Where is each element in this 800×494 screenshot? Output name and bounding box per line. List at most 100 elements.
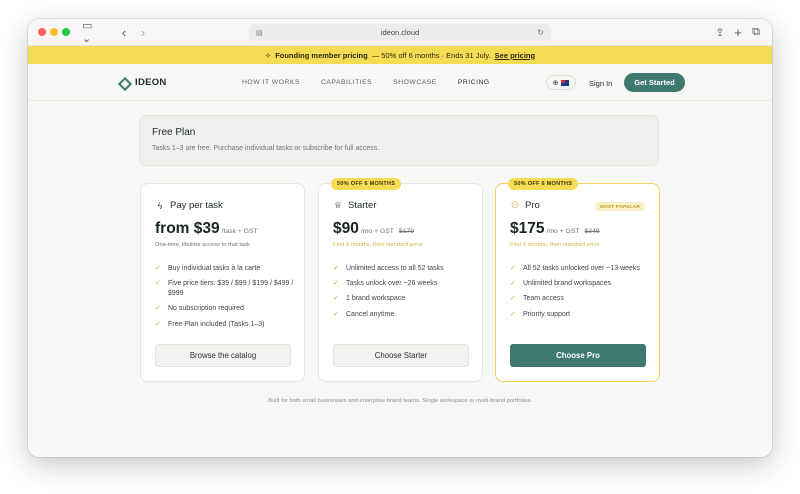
language-selector[interactable]: ⊕ bbox=[546, 75, 576, 90]
list-item: ✓ No subscription required bbox=[155, 304, 295, 314]
feature-text: Free Plan included (Tasks 1–3) bbox=[168, 320, 265, 328]
list-item: ✓ Unlimited access to all 52 tasks bbox=[333, 264, 473, 274]
banner-text: — 50% off 6 months · Ends 31 July. bbox=[371, 50, 491, 60]
plan-card-pay-per-task: ϟ Pay per task from $39 /task + GST One-… bbox=[140, 183, 305, 382]
list-item: ✓ Five price tiers: $39 / $99 / $199 / $4… bbox=[155, 279, 295, 299]
plan-name: Pro bbox=[525, 200, 540, 211]
discount-badge: 50% OFF 6 MONTHS bbox=[331, 178, 402, 190]
promo-banner: ✧ Founding member pricing — 50% off 6 mo… bbox=[28, 46, 772, 64]
brand-name: IDEON bbox=[135, 77, 167, 88]
get-started-button[interactable]: Get Started bbox=[624, 73, 685, 92]
old-price: $179 bbox=[398, 228, 415, 235]
nav-link-pricing[interactable]: PRICING bbox=[458, 79, 490, 86]
check-icon: ✓ bbox=[510, 265, 516, 272]
feature-list: ✓ All 52 tasks unlocked over ~13 weeks ✓ U… bbox=[510, 264, 650, 325]
list-item: ✓ Free Plan included (Tasks 1–3) bbox=[155, 320, 295, 330]
sign-in-link[interactable]: Sign In bbox=[589, 79, 612, 88]
brand-logo[interactable]: IDEON bbox=[119, 77, 167, 88]
free-plan-title: Free Plan bbox=[152, 127, 196, 138]
free-plan-text: Tasks 1–3 are free. Purchase individual … bbox=[152, 145, 380, 152]
users-icon: ⚇ bbox=[510, 200, 520, 210]
list-item: ✓ Buy individual tasks à la carte bbox=[155, 264, 295, 274]
plan-subtext: First 6 months, then standard price bbox=[510, 242, 600, 248]
list-item: ✓ Team access bbox=[510, 294, 650, 304]
feature-text: Cancel anytime bbox=[346, 310, 395, 318]
price-period: /task + GST bbox=[221, 228, 258, 235]
site-nav: IDEON HOW IT WORKS CAPABILITIES SHOWCASE… bbox=[28, 64, 772, 101]
page-settings-icon[interactable]: ▤ bbox=[256, 29, 263, 37]
check-icon: ✓ bbox=[155, 320, 161, 328]
see-pricing-link[interactable]: See pricing bbox=[495, 51, 535, 60]
new-tab-icon[interactable]: + bbox=[732, 24, 744, 40]
address-bar[interactable]: ▤ ideon.cloud ↻ bbox=[249, 24, 551, 41]
list-item: ✓ Cancel anytime bbox=[333, 310, 473, 320]
feature-text: Tasks unlock over ~26 weeks bbox=[346, 280, 438, 288]
pricing-footnote: Built for both small businesses and ente… bbox=[268, 398, 532, 404]
price-period: /mo + GST bbox=[360, 228, 394, 235]
plan-subtext: One-time, lifetime access to that task bbox=[155, 242, 251, 248]
tabs-icon[interactable]: ⧉ bbox=[750, 24, 762, 40]
price-amount: from $39 bbox=[155, 220, 220, 237]
browser-toolbar: ▭ ⌄ ‹ › ▤ ideon.cloud ↻ ⇪ + ⧉ bbox=[28, 19, 772, 46]
banner-title: Founding member pricing bbox=[275, 50, 368, 60]
plan-title: ϟ Pay per task bbox=[155, 200, 223, 211]
back-icon[interactable]: ‹ bbox=[118, 24, 130, 40]
url-text: ideon.cloud bbox=[380, 28, 420, 37]
nav-link-showcase[interactable]: SHOWCASE bbox=[393, 79, 437, 86]
plan-subtext: First 6 months, then standard price bbox=[333, 242, 423, 248]
plan-price: $90 /mo + GST $179 bbox=[333, 220, 414, 238]
plan-card-pro: 50% OFF 6 MONTHS MOST POPULAR ⚇ Pro $175… bbox=[495, 178, 660, 382]
price-amount: $90 bbox=[333, 220, 359, 237]
nav-link-how-it-works[interactable]: HOW IT WORKS bbox=[242, 79, 300, 86]
logo-icon bbox=[119, 78, 128, 87]
flag-icon bbox=[561, 79, 570, 86]
share-icon[interactable]: ⇪ bbox=[714, 24, 726, 40]
close-window-button[interactable] bbox=[38, 28, 46, 36]
feature-text: Five price tiers: $39 / $99 / $199 / $49… bbox=[168, 280, 294, 298]
feature-text: Unlimited access to all 52 tasks bbox=[346, 265, 444, 272]
check-icon: ✓ bbox=[333, 295, 339, 303]
most-popular-badge: MOST POPULAR bbox=[595, 202, 645, 211]
minimize-window-button[interactable] bbox=[50, 28, 58, 36]
browser-window: ▭ ⌄ ‹ › ▤ ideon.cloud ↻ ⇪ + ⧉ ✧ Founding… bbox=[28, 19, 772, 457]
list-item: ✓ Unlimited brand workspaces bbox=[510, 279, 650, 289]
browse-catalog-button[interactable]: Browse the catalog bbox=[155, 344, 291, 367]
forward-icon[interactable]: › bbox=[137, 24, 149, 40]
discount-badge: 50% OFF 6 MONTHS bbox=[508, 178, 579, 190]
free-plan-card: Free Plan Tasks 1–3 are free. Purchase i… bbox=[139, 115, 659, 166]
choose-starter-button[interactable]: Choose Starter bbox=[333, 344, 469, 367]
check-icon: ✓ bbox=[510, 280, 516, 288]
check-icon: ✓ bbox=[155, 305, 161, 313]
plan-name: Pay per task bbox=[170, 200, 223, 211]
price-period: /mo + GST bbox=[546, 228, 580, 235]
plan-title: ♕ Starter bbox=[333, 200, 377, 211]
list-item: ✓ All 52 tasks unlocked over ~13 weeks bbox=[510, 264, 650, 274]
lightning-icon: ϟ bbox=[157, 200, 163, 211]
check-icon: ✓ bbox=[510, 310, 516, 318]
sidebar-icon[interactable]: ▭ ⌄ bbox=[82, 20, 104, 45]
globe-icon: ⊕ bbox=[552, 79, 559, 87]
feature-text: 1 brand workspace bbox=[346, 295, 406, 303]
check-icon: ✓ bbox=[333, 265, 339, 272]
check-icon: ✓ bbox=[155, 280, 161, 288]
check-icon: ✓ bbox=[333, 310, 339, 318]
old-price: $349 bbox=[584, 228, 600, 235]
feature-text: All 52 tasks unlocked over ~13 weeks bbox=[523, 265, 640, 272]
list-item: ✓ 1 brand workspace bbox=[333, 294, 473, 304]
plan-price: $175 /mo + GST $349 bbox=[510, 220, 600, 238]
plan-name: Starter bbox=[348, 200, 377, 211]
crown-icon: ♕ bbox=[333, 200, 343, 210]
nav-links: HOW IT WORKS CAPABILITIES SHOWCASE PRICI… bbox=[242, 79, 490, 86]
sparkle-icon: ✧ bbox=[264, 50, 272, 60]
feature-list: ✓ Buy individual tasks à la carte ✓ Five p… bbox=[155, 264, 295, 335]
check-icon: ✓ bbox=[510, 295, 516, 303]
plan-price: from $39 /task + GST bbox=[155, 220, 258, 238]
choose-pro-button[interactable]: Choose Pro bbox=[510, 344, 646, 367]
check-icon: ✓ bbox=[333, 280, 339, 288]
feature-text: No subscription required bbox=[168, 305, 244, 313]
zoom-window-button[interactable] bbox=[62, 28, 70, 36]
check-icon: ✓ bbox=[155, 265, 161, 272]
reload-icon[interactable]: ↻ bbox=[537, 28, 544, 37]
nav-link-capabilities[interactable]: CAPABILITIES bbox=[321, 79, 372, 86]
feature-text: Unlimited brand workspaces bbox=[523, 280, 611, 288]
